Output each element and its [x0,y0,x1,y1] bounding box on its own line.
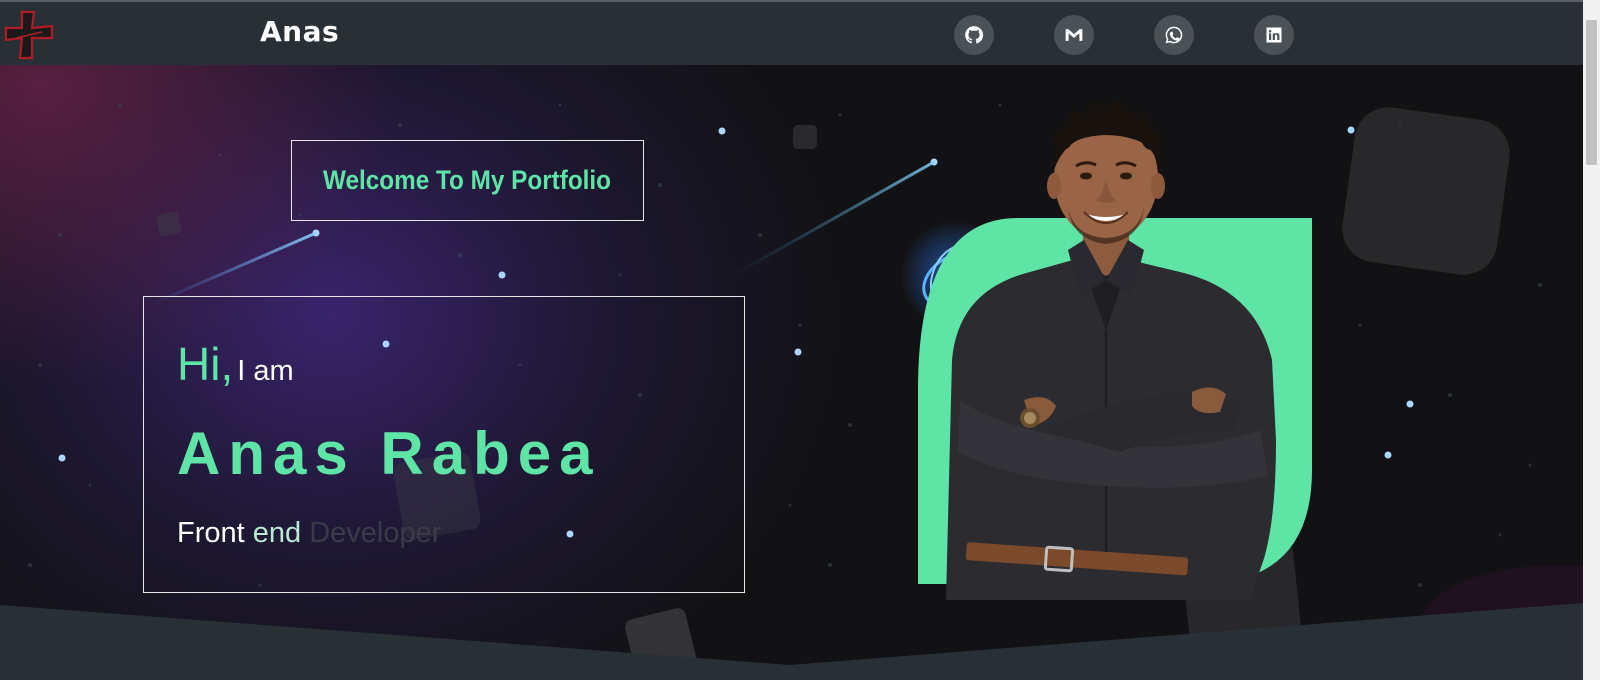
whatsapp-link[interactable] [1154,15,1194,55]
brand-name[interactable]: Anas [260,15,339,48]
hero-section: Welcome To My Portfolio Hi, I am Anas Rab… [0,65,1583,680]
section-divider [0,603,1583,680]
page-scrollbar[interactable] [1583,0,1600,680]
profile-photo [900,101,1312,600]
greeting-hi: Hi, [177,338,234,390]
github-icon [965,26,984,44]
linkedin-link[interactable] [1254,15,1294,55]
top-navbar: Anas [0,0,1583,65]
whatsapp-icon [1165,26,1183,44]
person-name: Anas Rabea [177,420,601,487]
greeting-i-am: I am [237,355,294,387]
scrollbar-thumb[interactable] [1586,20,1597,165]
greeting-line: Hi, I am [177,337,294,391]
job-title-word-1: Front [177,517,245,549]
gmail-icon [1065,29,1083,41]
job-title-word-3: Developer [309,517,442,549]
job-title-word-2: end [252,517,302,549]
gmail-link[interactable] [1054,15,1094,55]
intro-card: Hi, I am Anas Rabea Front end Developer [143,296,745,593]
linkedin-icon [1266,27,1282,43]
job-title: Front end Developer [177,517,441,550]
welcome-banner: Welcome To My Portfolio [291,140,644,221]
welcome-text: Welcome To My Portfolio [323,165,612,195]
github-link[interactable] [954,15,994,55]
logo-icon[interactable] [2,8,56,62]
